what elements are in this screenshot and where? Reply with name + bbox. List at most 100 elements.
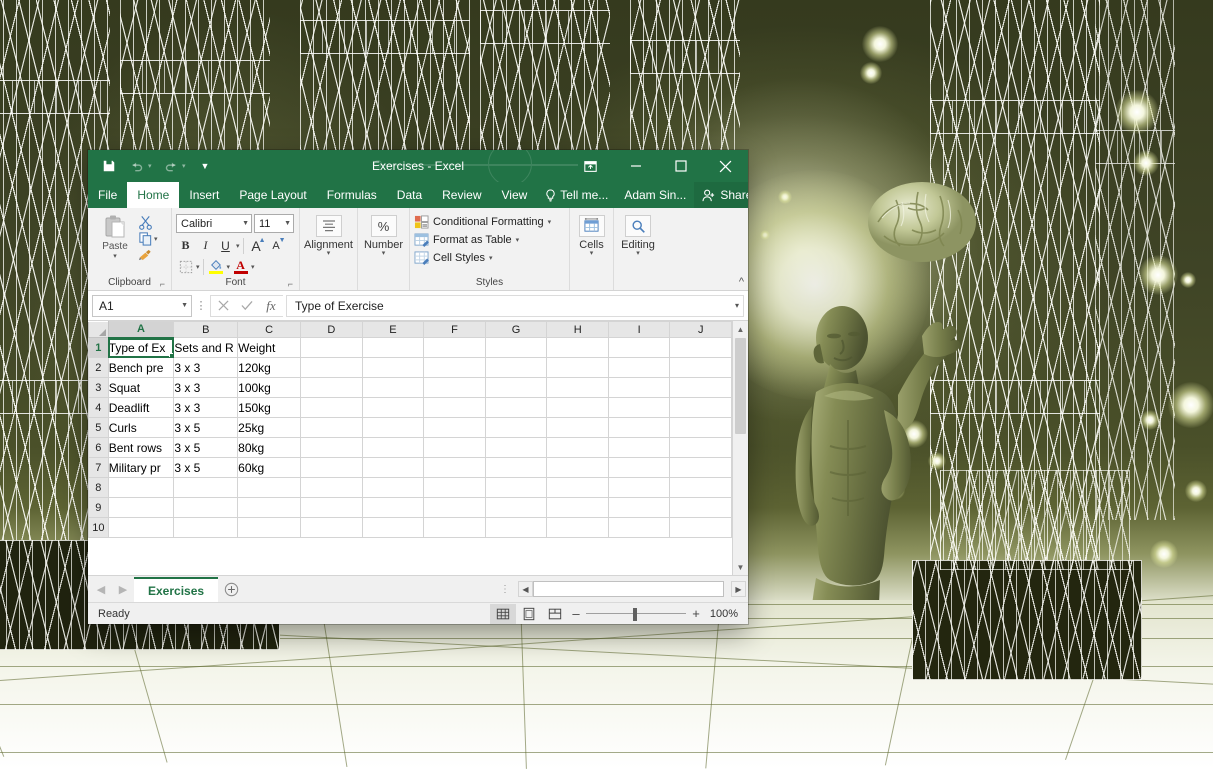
cell-C8[interactable] (238, 478, 301, 498)
cell-E8[interactable] (362, 478, 424, 498)
cell-F6[interactable] (424, 438, 486, 458)
cell-F7[interactable] (424, 458, 486, 478)
cell-H1[interactable] (547, 338, 609, 358)
underline-dropdown-caret[interactable]: ▾ (236, 242, 240, 250)
cell-H5[interactable] (547, 418, 609, 438)
fx-icon[interactable]: fx (259, 296, 283, 316)
table-row[interactable]: 10 (89, 518, 732, 538)
cell-D2[interactable] (301, 358, 363, 378)
close-icon[interactable] (703, 150, 748, 182)
minimize-icon[interactable] (613, 150, 658, 182)
cell-A8[interactable] (108, 478, 174, 498)
cell-F1[interactable] (424, 338, 486, 358)
column-header-g[interactable]: G (485, 322, 547, 338)
font-family-combo[interactable]: Calibri ▼ (176, 214, 252, 233)
table-row[interactable]: 6Bent rows3 x 580kg (89, 438, 732, 458)
table-row[interactable]: 3Squat3 x 3100kg (89, 378, 732, 398)
row-header-6[interactable]: 6 (89, 438, 109, 458)
cell-G8[interactable] (485, 478, 547, 498)
editing-dropdown-caret[interactable]: ▾ (636, 251, 640, 257)
row-header-3[interactable]: 3 (89, 378, 109, 398)
cell-C4[interactable]: 150kg (238, 398, 301, 418)
cell-I5[interactable] (609, 418, 670, 438)
cell-B2[interactable]: 3 x 3 (174, 358, 238, 378)
cell-I6[interactable] (609, 438, 670, 458)
cell-E9[interactable] (362, 498, 424, 518)
add-sheet-button[interactable] (218, 578, 244, 600)
previous-sheet-icon[interactable]: ◀ (90, 578, 112, 600)
worksheet-grid[interactable]: A B C D E F G H I J (88, 321, 732, 538)
column-header-i[interactable]: I (609, 322, 670, 338)
cell-styles-dropdown-caret[interactable]: ▾ (489, 254, 493, 262)
cell-G4[interactable] (485, 398, 547, 418)
cell-J7[interactable] (670, 458, 732, 478)
cell-styles-button[interactable]: Cell Styles ▾ (414, 249, 551, 266)
cell-J8[interactable] (670, 478, 732, 498)
chevron-down-icon[interactable]: ▼ (280, 220, 291, 227)
number-dropdown-caret[interactable]: ▾ (382, 251, 386, 257)
alignment-dropdown-caret[interactable]: ▾ (327, 251, 331, 257)
column-header-a[interactable]: A (108, 322, 174, 338)
cell-G3[interactable] (485, 378, 547, 398)
conditional-formatting-button[interactable]: Conditional Formatting ▾ (414, 213, 551, 230)
cell-E1[interactable] (362, 338, 424, 358)
zoom-slider-thumb[interactable] (633, 608, 637, 621)
cell-A6[interactable]: Bent rows (108, 438, 174, 458)
cell-B4[interactable]: 3 x 3 (174, 398, 238, 418)
cell-B6[interactable]: 3 x 5 (174, 438, 238, 458)
cell-H7[interactable] (547, 458, 609, 478)
paste-button[interactable]: Paste ▾ (92, 212, 138, 260)
cell-I3[interactable] (609, 378, 670, 398)
cell-F8[interactable] (424, 478, 486, 498)
scroll-right-arrow-icon[interactable]: ▶ (731, 581, 746, 597)
clipboard-dialog-launcher[interactable]: ⌐ (160, 277, 165, 291)
cell-F4[interactable] (424, 398, 486, 418)
fill-color-button[interactable] (207, 257, 226, 276)
copy-dropdown-caret[interactable]: ▾ (154, 235, 158, 243)
cell-I8[interactable] (609, 478, 670, 498)
cell-I4[interactable] (609, 398, 670, 418)
fill-color-dropdown-caret[interactable]: ▾ (227, 263, 231, 271)
row-header-2[interactable]: 2 (89, 358, 109, 378)
ribbon-tabs[interactable]: File Home Insert Page Layout Formulas Da… (88, 182, 748, 208)
zoom-level-label[interactable]: 100% (704, 608, 742, 620)
redo-icon[interactable] (158, 154, 184, 178)
select-all-corner[interactable] (89, 322, 109, 338)
font-size-combo[interactable]: 11 ▼ (254, 214, 294, 233)
row-header-1[interactable]: 1 (89, 338, 109, 358)
cell-J9[interactable] (670, 498, 732, 518)
sheet-tab-exercises[interactable]: Exercises (134, 577, 218, 602)
row-header-5[interactable]: 5 (89, 418, 109, 438)
collapse-ribbon-button[interactable]: ^ (739, 276, 744, 288)
cell-C1[interactable]: Weight (238, 338, 301, 358)
column-header-d[interactable]: D (301, 322, 363, 338)
cells-dropdown-caret[interactable]: ▾ (590, 251, 594, 257)
vertical-scroll-thumb[interactable] (735, 338, 746, 434)
cell-G6[interactable] (485, 438, 547, 458)
table-row[interactable]: 9 (89, 498, 732, 518)
font-color-button[interactable]: A (231, 257, 250, 276)
next-sheet-icon[interactable]: ▶ (112, 578, 134, 600)
cell-A10[interactable] (108, 518, 174, 538)
scroll-up-arrow-icon[interactable]: ▲ (733, 321, 749, 337)
page-break-preview-button[interactable] (542, 604, 568, 624)
tab-view[interactable]: View (492, 182, 538, 208)
cell-A5[interactable]: Curls (108, 418, 174, 438)
cell-D3[interactable] (301, 378, 363, 398)
quick-access-toolbar[interactable]: ▾ ▾ ▼ (88, 154, 218, 178)
cell-G9[interactable] (485, 498, 547, 518)
table-row[interactable]: 4Deadlift3 x 3150kg (89, 398, 732, 418)
window-controls[interactable] (568, 150, 748, 182)
cell-D10[interactable] (301, 518, 363, 538)
table-row[interactable]: 1Type of ExSets and RWeight (89, 338, 732, 358)
chevron-down-icon[interactable]: ▼ (238, 220, 249, 227)
scroll-left-arrow-icon[interactable]: ◀ (518, 581, 533, 597)
cell-H9[interactable] (547, 498, 609, 518)
format-as-table-button[interactable]: Format as Table ▾ (414, 231, 551, 248)
cell-D8[interactable] (301, 478, 363, 498)
cell-I2[interactable] (609, 358, 670, 378)
column-header-h[interactable]: H (547, 322, 609, 338)
ribbon-display-icon[interactable] (568, 150, 613, 182)
cell-C3[interactable]: 100kg (238, 378, 301, 398)
format-painter-button[interactable] (138, 247, 158, 262)
